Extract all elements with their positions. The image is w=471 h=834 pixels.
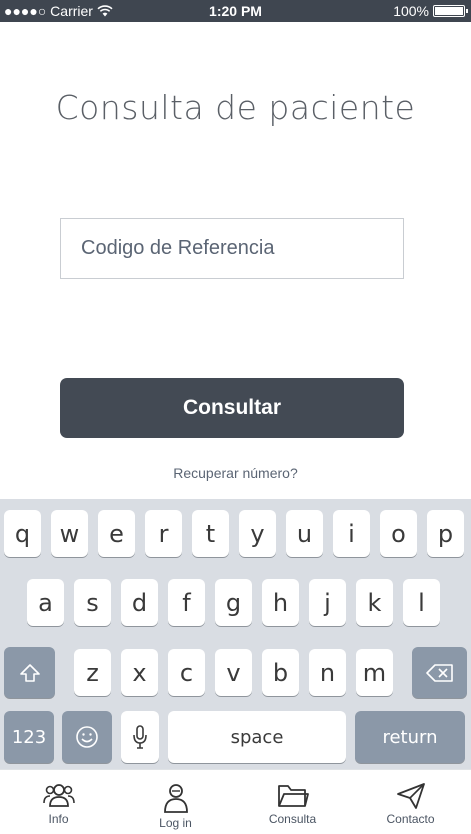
key-d[interactable]: d (121, 579, 158, 626)
reference-code-input[interactable] (60, 218, 404, 279)
send-icon (396, 783, 425, 809)
key-m[interactable]: m (356, 649, 393, 696)
microphone-icon (133, 725, 147, 749)
recover-number-link[interactable]: Recuperar número? (0, 465, 471, 481)
backspace-key[interactable] (412, 647, 467, 698)
tab-login[interactable]: Log in (117, 770, 234, 834)
page-title: Consulta de paciente (55, 88, 416, 127)
key-g[interactable]: g (215, 579, 252, 626)
key-z[interactable]: z (74, 649, 111, 696)
keyboard: q w e r t y u i o p a s d f g h j k l z … (0, 499, 471, 769)
tab-consulta-label: Consulta (268, 812, 317, 826)
key-r[interactable]: r (145, 510, 182, 557)
folder-icon (277, 785, 309, 807)
status-bar: ●●●●○ Carrier 1:20 PM 100% (0, 0, 471, 22)
key-y[interactable]: y (239, 510, 276, 557)
tab-info-label: Info (48, 812, 69, 826)
user-login-icon (163, 784, 188, 813)
tab-contacto[interactable]: Contacto (352, 770, 469, 834)
space-key[interactable]: space (168, 711, 346, 763)
consult-button[interactable]: Consultar (60, 378, 404, 438)
emoji-key[interactable] (62, 711, 112, 763)
emoji-icon (76, 726, 98, 748)
key-b[interactable]: b (262, 649, 299, 696)
key-c[interactable]: c (168, 649, 205, 696)
key-u[interactable]: u (286, 510, 323, 557)
key-t[interactable]: t (192, 510, 229, 557)
tab-bar: Info Log in Consulta Contacto (0, 769, 471, 834)
tab-login-label: Log in (159, 816, 192, 830)
key-x[interactable]: x (121, 649, 158, 696)
key-f[interactable]: f (168, 579, 205, 626)
key-e[interactable]: e (98, 510, 135, 557)
key-n[interactable]: n (309, 649, 346, 696)
key-j[interactable]: j (309, 579, 346, 626)
numbers-key[interactable]: 123 (4, 711, 54, 763)
tab-contacto-label: Contacto (386, 812, 435, 826)
backspace-icon (425, 663, 453, 682)
key-o[interactable]: o (380, 510, 417, 557)
key-s[interactable]: s (74, 579, 111, 626)
key-i[interactable]: i (333, 510, 370, 557)
key-l[interactable]: l (403, 579, 440, 626)
key-k[interactable]: k (356, 579, 393, 626)
tab-info[interactable]: Info (0, 770, 117, 834)
key-q[interactable]: q (4, 510, 41, 557)
key-h[interactable]: h (262, 579, 299, 626)
key-a[interactable]: a (27, 579, 64, 626)
battery-percent: 100% (393, 3, 429, 19)
shift-arrow-icon (19, 663, 40, 682)
tab-consulta[interactable]: Consulta (234, 770, 351, 834)
status-battery: 100% (393, 3, 468, 19)
battery-icon (433, 5, 468, 17)
key-w[interactable]: w (51, 510, 88, 557)
shift-key[interactable] (4, 647, 55, 698)
key-p[interactable]: p (427, 510, 464, 557)
key-v[interactable]: v (215, 649, 252, 696)
return-key[interactable]: return (355, 711, 465, 763)
microphone-key[interactable] (121, 711, 159, 763)
users-icon (42, 784, 75, 807)
